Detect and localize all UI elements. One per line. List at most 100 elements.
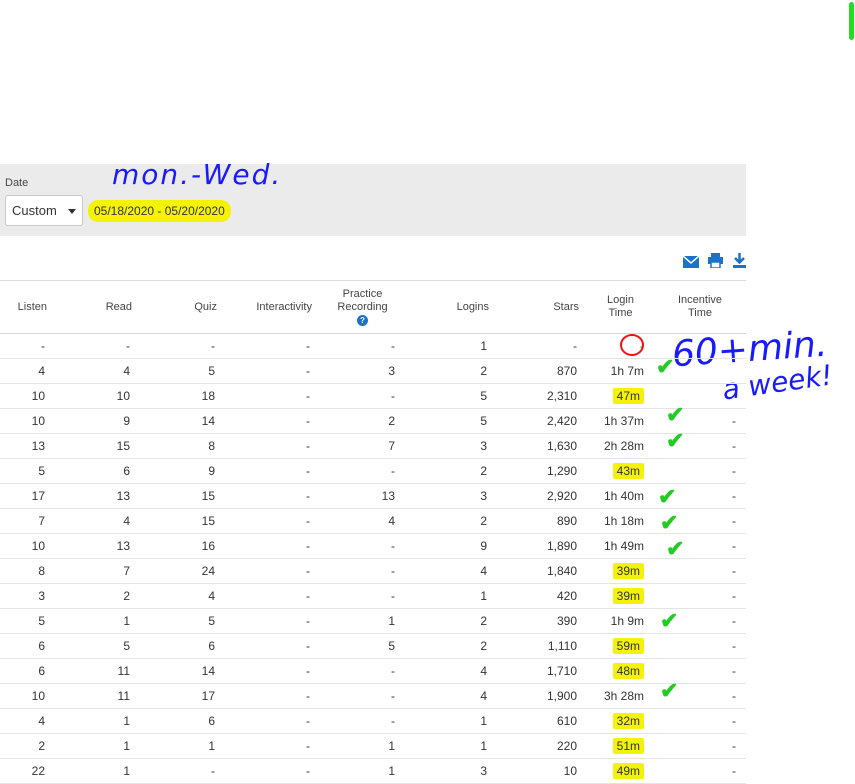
table-cell: 4 bbox=[0, 708, 55, 734]
table-cell: 5 bbox=[405, 408, 497, 434]
table-cell: 5 bbox=[0, 608, 55, 634]
table-row: 5 6 9- -2 1,290 43m - bbox=[0, 458, 746, 484]
table-cell: 51m bbox=[587, 733, 654, 759]
table-cell: 10 bbox=[0, 408, 55, 434]
table-cell: - bbox=[320, 683, 405, 709]
header-logins[interactable]: Logins bbox=[405, 280, 497, 334]
table-row: 10 9 14-2 5 2,420 1h 37m - bbox=[0, 408, 746, 434]
table-cell: 7 bbox=[55, 558, 140, 584]
table-cell: 48m bbox=[587, 658, 654, 684]
table-cell: 1,840 bbox=[497, 558, 587, 584]
table-row: 10 13 16- -9 1,890 1h 49m - bbox=[0, 533, 746, 559]
table-cell: - bbox=[320, 383, 405, 409]
table-cell: 1 bbox=[320, 733, 405, 759]
highlighted-login-time: 47m bbox=[612, 388, 644, 404]
table-cell: 32m bbox=[587, 708, 654, 734]
table-body: - - - - -1- -4 4 5-3 2 870 1h 7m 10 10 18- -5 2,310 47m 1… bbox=[0, 333, 746, 784]
table-cell: 1h 40m bbox=[587, 483, 654, 509]
table-cell: 890 bbox=[497, 508, 587, 534]
table-cell: 1 bbox=[320, 758, 405, 784]
highlighted-login-time: 39m bbox=[612, 563, 644, 579]
table-cell: 10 bbox=[0, 533, 55, 559]
header-practice-recording-label: Practice Recording bbox=[337, 288, 388, 313]
table-cell: 2 bbox=[55, 583, 140, 609]
date-mode-select[interactable]: Custom bbox=[5, 195, 83, 226]
table-cell: 5 bbox=[140, 358, 225, 384]
table-cell: 3 bbox=[405, 483, 497, 509]
table-cell: - bbox=[225, 408, 320, 434]
highlighted-login-time: 39m bbox=[612, 588, 644, 604]
table-cell: 7 bbox=[0, 508, 55, 534]
table-cell: - bbox=[225, 608, 320, 634]
email-icon[interactable] bbox=[682, 255, 700, 269]
table-cell: 3 bbox=[405, 758, 497, 784]
table-cell: 10 bbox=[0, 383, 55, 409]
green-check-mark: ✔ bbox=[666, 428, 685, 453]
table-cell: 2,420 bbox=[497, 408, 587, 434]
table-cell: 13 bbox=[320, 483, 405, 509]
table-cell: 6 bbox=[140, 708, 225, 734]
table-cell: 14 bbox=[140, 658, 225, 684]
header-stars[interactable]: Stars bbox=[497, 280, 587, 334]
table-cell: 2 bbox=[405, 508, 497, 534]
print-icon[interactable] bbox=[708, 253, 724, 269]
table-cell: 16 bbox=[140, 533, 225, 559]
table-cell: 1h 37m bbox=[587, 408, 654, 434]
table-row: 4 4 5-3 2 870 1h 7m bbox=[0, 358, 746, 384]
header-practice-recording[interactable]: Practice Recording ? bbox=[320, 280, 405, 334]
table-cell: 5 bbox=[55, 633, 140, 659]
header-incentive-time[interactable]: Incentive Time bbox=[654, 280, 746, 334]
header-login-time-label: Login Time bbox=[607, 294, 634, 319]
table-cell: 1 bbox=[405, 583, 497, 609]
table-cell: 3 bbox=[0, 583, 55, 609]
table-cell: - bbox=[225, 733, 320, 759]
table-cell: - bbox=[225, 508, 320, 534]
header-quiz[interactable]: Quiz bbox=[140, 280, 225, 334]
table-cell: 2 bbox=[405, 608, 497, 634]
table-cell: - bbox=[140, 758, 225, 784]
table-cell: 3h 28m bbox=[587, 683, 654, 709]
table-cell: 4 bbox=[405, 558, 497, 584]
table-cell: 1 bbox=[55, 733, 140, 759]
table-cell: - bbox=[654, 633, 746, 659]
table-cell: 15 bbox=[140, 508, 225, 534]
table-cell: 3 bbox=[405, 433, 497, 459]
header-listen[interactable]: Listen bbox=[0, 280, 55, 334]
table-cell: - bbox=[225, 758, 320, 784]
table-cell: 13 bbox=[0, 433, 55, 459]
table-cell: - bbox=[225, 383, 320, 409]
header-read[interactable]: Read bbox=[55, 280, 140, 334]
table-cell: 6 bbox=[55, 458, 140, 484]
table-row: 2 1 1-1 1 220 51m - bbox=[0, 733, 746, 759]
table-cell: - bbox=[320, 583, 405, 609]
table-cell: 15 bbox=[140, 483, 225, 509]
table-cell: - bbox=[225, 583, 320, 609]
table-cell: 610 bbox=[497, 708, 587, 734]
download-icon[interactable] bbox=[733, 253, 749, 268]
table-cell: 9 bbox=[405, 533, 497, 559]
caret-down-icon bbox=[68, 209, 76, 214]
table-cell: - bbox=[654, 708, 746, 734]
table-cell: 17 bbox=[140, 683, 225, 709]
header-login-time[interactable]: Login Time bbox=[587, 280, 654, 334]
table-cell: 10 bbox=[497, 758, 587, 784]
table-cell: 1h 18m bbox=[587, 508, 654, 534]
table-row: 7 4 15-4 2 890 1h 18m - bbox=[0, 508, 746, 534]
table-cell: - bbox=[0, 333, 55, 359]
table-cell: 17 bbox=[0, 483, 55, 509]
table-cell: - bbox=[654, 758, 746, 784]
table-cell: 6 bbox=[140, 633, 225, 659]
scroll-indicator bbox=[849, 2, 854, 40]
help-icon[interactable]: ? bbox=[357, 315, 368, 326]
green-check-mark: ✔ bbox=[656, 354, 675, 379]
table-cell: - bbox=[225, 433, 320, 459]
highlighted-login-time: 48m bbox=[612, 663, 644, 679]
table-cell: 1 bbox=[55, 758, 140, 784]
table-cell: - bbox=[225, 458, 320, 484]
table-cell: - bbox=[320, 533, 405, 559]
table-cell: 6 bbox=[0, 658, 55, 684]
header-interactivity[interactable]: Interactivity bbox=[225, 280, 320, 334]
date-range-field[interactable]: 05/18/2020 - 05/20/2020 bbox=[88, 200, 231, 222]
table-cell: 1h 9m bbox=[587, 608, 654, 634]
highlighted-login-time: 49m bbox=[612, 763, 644, 779]
